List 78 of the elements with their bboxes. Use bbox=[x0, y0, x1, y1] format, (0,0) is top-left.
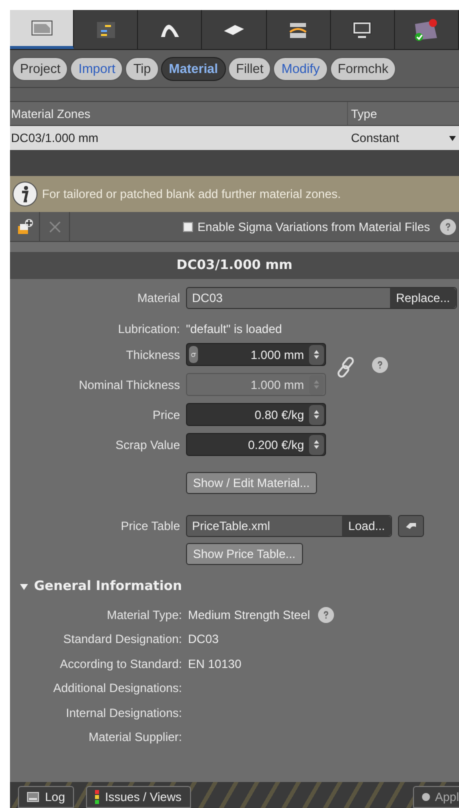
workflow-step[interactable] bbox=[266, 10, 331, 49]
field-label: Price bbox=[152, 406, 181, 424]
field-value: 0.200 €/kg bbox=[246, 436, 305, 454]
info-label: Internal Designations: bbox=[64, 704, 183, 722]
list-icon bbox=[94, 20, 117, 38]
field-label: Lubrication: bbox=[116, 321, 181, 338]
column-header: Material Zones bbox=[10, 102, 348, 125]
step-tab[interactable]: Formchk bbox=[330, 56, 396, 80]
step-tab[interactable]: Modify bbox=[273, 56, 328, 80]
workflow-step[interactable] bbox=[10, 10, 74, 49]
add-zone-icon bbox=[16, 218, 34, 236]
panel-button[interactable]: Issues / Views bbox=[86, 786, 191, 808]
window-icon bbox=[30, 19, 53, 37]
spinner-arrows-icon[interactable] bbox=[309, 404, 324, 424]
type-dropdown[interactable]: Constant bbox=[348, 129, 459, 147]
monitor-icon bbox=[351, 20, 374, 38]
undo-arrow-icon bbox=[404, 521, 418, 531]
section-header[interactable]: General Information bbox=[20, 577, 459, 596]
help-icon[interactable] bbox=[318, 606, 334, 623]
material-value: DC03 bbox=[191, 290, 223, 307]
info-label: Standard Designation: bbox=[62, 631, 183, 648]
result-check-icon bbox=[413, 18, 440, 42]
section-title: General Information bbox=[34, 578, 182, 596]
checkbox-label: Enable Sigma Variations from Material Files bbox=[197, 218, 430, 236]
step-tab[interactable]: Fillet bbox=[228, 56, 272, 80]
close-icon bbox=[48, 220, 60, 232]
lubrication-status: "default" is loaded bbox=[186, 321, 282, 338]
help-icon[interactable] bbox=[440, 218, 456, 234]
help-icon[interactable] bbox=[372, 357, 388, 373]
traffic-light-icon bbox=[95, 790, 100, 804]
workflow-step[interactable] bbox=[330, 10, 395, 49]
field-value: 0.80 €/kg bbox=[254, 406, 305, 424]
check-dot-icon bbox=[422, 793, 430, 801]
replace-button[interactable]: Replace... bbox=[390, 288, 456, 308]
info-label: Material Type: bbox=[106, 606, 183, 624]
caret-icon bbox=[449, 136, 456, 140]
info-label: Additional Designations: bbox=[52, 680, 183, 698]
table-cell-text: DC03/1.000 mm bbox=[10, 130, 100, 147]
workflow-step[interactable] bbox=[202, 10, 267, 49]
window-icon bbox=[27, 792, 39, 802]
material-field[interactable]: DC03 Replace... bbox=[186, 287, 457, 309]
expanded-triangle-icon bbox=[20, 582, 28, 591]
field-label: Material bbox=[136, 290, 181, 307]
column-header: Type bbox=[350, 106, 378, 122]
price-table-field[interactable]: PriceTable.xml Load... bbox=[186, 515, 392, 537]
info-label: According to Standard: bbox=[58, 656, 183, 673]
info-value: Medium Strength Steel bbox=[188, 606, 310, 624]
info-value: DC03 bbox=[188, 631, 219, 648]
field-label: Nominal Thickness bbox=[78, 376, 181, 394]
field-value: 1.000 mm bbox=[250, 346, 305, 364]
field-label: Scrap Value bbox=[114, 436, 181, 454]
info-value: EN 10130 bbox=[188, 656, 242, 673]
section-title: DC03/1.000 mm bbox=[10, 252, 459, 279]
number-field[interactable]: 1.000 mm bbox=[186, 343, 326, 366]
sigma-checkbox[interactable] bbox=[183, 222, 194, 232]
sigma-icon bbox=[189, 346, 198, 363]
field-value: 1.000 mm bbox=[250, 376, 305, 394]
info-icon bbox=[12, 181, 38, 207]
workflow-step[interactable] bbox=[138, 10, 202, 49]
panel-button[interactable]: Log bbox=[18, 786, 74, 808]
field-label: Thickness bbox=[124, 346, 181, 364]
step-tab[interactable]: Import bbox=[70, 56, 124, 80]
price-table-value: PriceTable.xml bbox=[191, 518, 270, 535]
apply-button[interactable]: Appl bbox=[413, 786, 459, 808]
reset-button[interactable] bbox=[398, 515, 424, 537]
load-button[interactable]: Load... bbox=[342, 516, 391, 536]
number-field[interactable]: 0.80 €/kg bbox=[186, 403, 326, 426]
step-tab[interactable]: Project bbox=[12, 56, 68, 80]
step-tab[interactable]: Material bbox=[160, 56, 226, 80]
press-icon bbox=[287, 20, 310, 38]
spinner-arrows-icon[interactable] bbox=[309, 434, 324, 454]
info-label: Material Supplier: bbox=[88, 729, 183, 746]
step-tab[interactable]: Tip bbox=[125, 56, 159, 80]
spinner-arrows-icon[interactable] bbox=[309, 344, 324, 364]
table-row[interactable]: DC03/1.000 mm Constant bbox=[10, 126, 459, 150]
number-field[interactable]: 0.200 €/kg bbox=[186, 433, 326, 456]
field-label: Price Table bbox=[120, 518, 181, 535]
info-message: For tailored or patched blank add further material zones. bbox=[42, 186, 341, 203]
